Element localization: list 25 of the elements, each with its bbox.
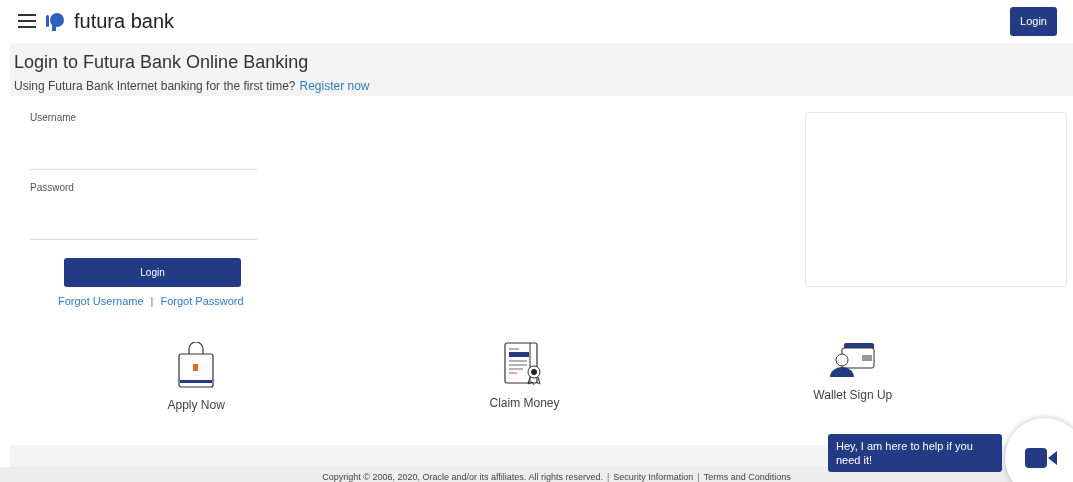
service-link[interactable]: Wallet Sign Up (813, 387, 893, 402)
login-button[interactable]: Login (1010, 6, 1057, 36)
footer-link[interactable]: Terms and Conditions (703, 472, 791, 482)
wallet-person-icon (829, 341, 876, 378)
field-label: Username (30, 111, 78, 124)
separator: | (697, 472, 700, 482)
forgot-link[interactable]: Forgot Password (160, 294, 244, 307)
footer-link[interactable]: Security Information (613, 472, 694, 482)
service-link[interactable]: Apply Now (167, 397, 225, 412)
service-link[interactable]: Claim Money (489, 395, 560, 410)
copyright-text: Copyright © 2006, 2020, Oracle and/or its affiliates. All rights reserved. (322, 472, 603, 482)
forgot-link[interactable]: Forgot Username (58, 294, 144, 307)
video-camera-icon (1025, 448, 1057, 468)
logo-icon (46, 11, 64, 32)
submit-login-button[interactable]: Login (64, 257, 241, 287)
shopping-bag-icon (178, 341, 215, 388)
field-label: Password (30, 181, 75, 194)
menu-icon[interactable] (18, 14, 36, 29)
page-title: Login to Futura Bank Online Banking (14, 51, 310, 73)
first-time-question: Using Futura Bank Internet banking for the first time? (14, 78, 296, 93)
brand-name: futura bank (74, 9, 175, 33)
separator: | (150, 294, 154, 307)
chat-message: Hey, I am here to help if you need it! (828, 434, 1002, 472)
separator: | (606, 472, 610, 482)
register-link[interactable]: Register now (299, 78, 370, 93)
